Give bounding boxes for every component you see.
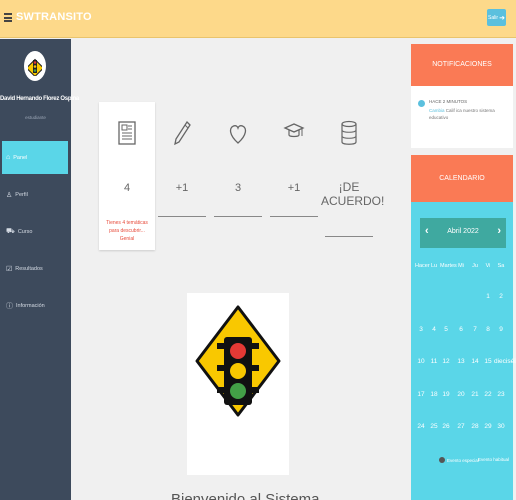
stat-card-graduation[interactable]: +1 xyxy=(266,102,322,250)
calendar-day[interactable]: 26 xyxy=(439,423,453,430)
calendar-day[interactable]: 28 xyxy=(468,423,482,430)
welcome-heading: Bienvenido al Sistema xyxy=(171,491,320,500)
avatar xyxy=(24,51,46,81)
calendar-day[interactable]: 10 xyxy=(414,358,428,365)
calendar-day[interactable]: 23 xyxy=(494,391,508,398)
calendar-day[interactable]: 24 xyxy=(414,423,428,430)
stat-divider xyxy=(270,216,318,217)
calendar-header: CALENDARIO xyxy=(411,155,513,202)
top-bar: SWTRANSITO Salir ➜ xyxy=(0,0,516,38)
calendar-day[interactable]: 19 xyxy=(439,391,453,398)
calendar-day[interactable]: 13 xyxy=(454,358,468,365)
checklist-icon: ☑ xyxy=(6,265,13,273)
app-brand[interactable]: SWTRANSITO xyxy=(16,11,92,23)
traffic-light-avatar-icon xyxy=(28,58,42,76)
calendar-day[interactable]: 22 xyxy=(481,391,495,398)
stat-card-heart[interactable]: 3 xyxy=(210,102,266,250)
weekday-header: Mi xyxy=(458,263,464,269)
sidebar-item-informacion[interactable]: ⓘ Información xyxy=(2,289,68,322)
weekday-header: Lu xyxy=(430,263,438,269)
weekday-header: Martes xyxy=(440,263,457,269)
calendar-day[interactable]: dieciséis xyxy=(494,358,516,365)
calendar-day[interactable]: 7 xyxy=(468,326,482,333)
main-content: 4 Tienes 4 temáticas para descubrir... G… xyxy=(71,39,409,500)
weekday-header: Hacer xyxy=(415,263,430,269)
legend-label: Evento habitual xyxy=(478,457,510,462)
calendar-day[interactable]: 5 xyxy=(439,326,453,333)
weekday-header: Vi xyxy=(485,263,491,269)
stat-value: 4 xyxy=(123,182,131,194)
newspaper-icon xyxy=(118,121,136,145)
stat-divider xyxy=(158,216,206,217)
sidebar-item-label: Información xyxy=(16,302,45,309)
stat-divider xyxy=(214,216,262,217)
hamburger-menu-icon[interactable] xyxy=(4,13,12,22)
graduation-cap-icon xyxy=(283,123,305,138)
user-name: David Hernando Florez Ospina xyxy=(0,96,79,102)
stat-divider xyxy=(325,236,373,237)
stat-card-pencil[interactable]: +1 xyxy=(154,102,210,250)
calendar-day[interactable]: 20 xyxy=(454,391,468,398)
heart-icon xyxy=(229,125,247,144)
logout-button[interactable]: Salir ➜ xyxy=(487,9,506,26)
chevron-right-icon[interactable]: › xyxy=(497,225,501,237)
logout-label: Salir xyxy=(488,14,499,21)
stat-value: ¡DE ACUERDO! xyxy=(321,180,385,208)
calendar-day[interactable]: 2 xyxy=(494,293,508,300)
sidebar-item-curso[interactable]: ⛟ Curso xyxy=(2,215,68,248)
stat-value: +1 xyxy=(175,182,189,194)
stat-card-database[interactable]: ¡DE ACUERDO! xyxy=(321,102,385,250)
calendar-day[interactable]: 27 xyxy=(454,423,468,430)
calendar-day[interactable]: 17 xyxy=(414,391,428,398)
calendar-day[interactable]: 12 xyxy=(439,358,453,365)
weekday-header: Ju xyxy=(472,263,478,269)
calendar-month: Abril 2022 xyxy=(447,228,479,235)
notifications-header: NOTIFICACIONES xyxy=(411,44,513,86)
traffic-light-logo xyxy=(187,293,289,475)
calendar-day[interactable]: 14 xyxy=(468,358,482,365)
sidebar-item-perfil[interactable]: ♙ Perfil xyxy=(2,178,68,211)
info-icon: ⓘ xyxy=(6,302,13,310)
calendar-day[interactable]: 3 xyxy=(414,326,428,333)
sidebar-item-label: Perfil xyxy=(15,191,28,198)
notification-highlight: Cambia xyxy=(429,108,445,113)
calendar-day[interactable]: 1 xyxy=(481,293,495,300)
notification-item[interactable]: Cambia Calif ica nuestro sistema educati… xyxy=(429,107,509,121)
car-icon: ⛟ xyxy=(6,228,15,235)
legend-special: Evento especial xyxy=(439,457,479,463)
calendar-day[interactable]: 8 xyxy=(481,326,495,333)
database-icon xyxy=(341,120,357,145)
calendar-day[interactable]: 15 xyxy=(481,358,495,365)
legend-swatch xyxy=(439,457,445,463)
user-role: estudiante xyxy=(25,115,46,120)
person-icon: ♙ xyxy=(6,191,13,199)
legend-normal: Evento habitual xyxy=(478,457,509,462)
notification-bell-icon xyxy=(418,100,425,107)
sidebar-item-label: Resultados xyxy=(15,265,43,272)
notifications-body: HACE 2 MINUTOS Cambia Calif ica nuestro … xyxy=(411,86,513,148)
calendar-day[interactable]: 30 xyxy=(494,423,508,430)
calendar-day[interactable]: 6 xyxy=(454,326,468,333)
sidebar: David Hernando Florez Ospina estudiante … xyxy=(0,39,79,500)
sidebar-item-label: Curso xyxy=(17,228,33,235)
sidebar-item-resultados[interactable]: ☑ Resultados xyxy=(2,252,68,285)
stat-card-tematicas[interactable]: 4 Tienes 4 temáticas para descubrir... G… xyxy=(99,102,155,250)
calendar: ‹ Abril 2022 › Hacer Lu Martes Mi Ju Vi Sa 1 2 3 4… xyxy=(411,202,516,500)
calendar-day[interactable]: 29 xyxy=(481,423,495,430)
traffic-light-sign-icon xyxy=(195,305,281,417)
calendar-nav: ‹ Abril 2022 › xyxy=(420,218,506,248)
calendar-day[interactable]: 9 xyxy=(494,326,508,333)
stat-value: +1 xyxy=(287,182,301,194)
pencil-icon xyxy=(174,120,191,146)
stat-value: 3 xyxy=(234,182,242,194)
legend-label: Evento especial xyxy=(447,457,479,463)
sidebar-item-label: Panel xyxy=(13,154,28,161)
stat-note: Tienes 4 temáticas para descubrir... Gen… xyxy=(106,220,148,242)
logout-arrow-icon: ➜ xyxy=(499,14,505,22)
notification-time: HACE 2 MINUTOS xyxy=(429,99,468,104)
sidebar-item-panel[interactable]: ⌂ Panel xyxy=(2,141,68,174)
calendar-day[interactable]: 21 xyxy=(468,391,482,398)
weekday-header: Sa xyxy=(497,263,505,269)
home-icon: ⌂ xyxy=(6,154,11,161)
